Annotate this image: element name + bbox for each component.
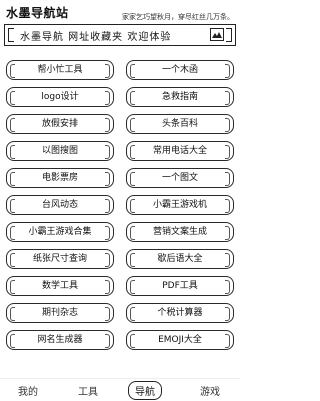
link-button[interactable]: 数学工具 [6, 276, 114, 296]
link-button[interactable]: 小霸王游戏机 [126, 195, 234, 215]
link-button[interactable]: 头条百科 [126, 114, 234, 134]
welcome-banner: 水墨导航 网址收藏夹 欢迎体验 [4, 24, 236, 48]
link-button[interactable]: 纸张尺寸查询 [6, 249, 114, 269]
link-button[interactable]: 台风动态 [6, 195, 114, 215]
tab-navigation[interactable]: 导航 [128, 381, 162, 400]
tab-mine[interactable]: 我的 [18, 383, 38, 398]
tab-games[interactable]: 游戏 [200, 383, 220, 398]
link-button[interactable]: 小霸王游戏合集 [6, 222, 114, 242]
link-button[interactable]: 常用电话大全 [126, 141, 234, 161]
bottom-tab-bar: 我的 工具 导航 游戏 [0, 378, 240, 401]
header: 水墨导航站 家家乞巧望秋月，穿尽红丝几万条。 [0, 0, 240, 22]
header-slogan: 家家乞巧望秋月，穿尽红丝几万条。 [122, 13, 234, 21]
link-button[interactable]: 网名生成器 [6, 330, 114, 350]
link-button[interactable]: 电影票房 [6, 168, 114, 188]
banner-text: 水墨导航 网址收藏夹 欢迎体验 [20, 32, 172, 43]
link-button[interactable]: 一个木函 [126, 60, 234, 80]
tab-tools[interactable]: 工具 [78, 383, 98, 398]
link-button[interactable]: 歇后语大全 [126, 249, 234, 269]
link-button[interactable]: 放假安排 [6, 114, 114, 134]
link-button[interactable]: PDF工具 [126, 276, 234, 296]
link-button[interactable]: 一个图文 [126, 168, 234, 188]
link-button[interactable]: 期刊杂志 [6, 303, 114, 323]
ink-landscape-icon [210, 28, 224, 41]
link-button[interactable]: 营销文案生成 [126, 222, 234, 242]
link-button[interactable]: 以图搜图 [6, 141, 114, 161]
link-button[interactable]: logo设计 [6, 87, 114, 107]
link-button[interactable]: EMOJI大全 [126, 330, 234, 350]
link-button[interactable]: 个税计算器 [126, 303, 234, 323]
link-button[interactable]: 帮小忙工具 [6, 60, 114, 80]
link-button[interactable]: 急救指南 [126, 87, 234, 107]
app-title: 水墨导航站 [6, 6, 69, 20]
